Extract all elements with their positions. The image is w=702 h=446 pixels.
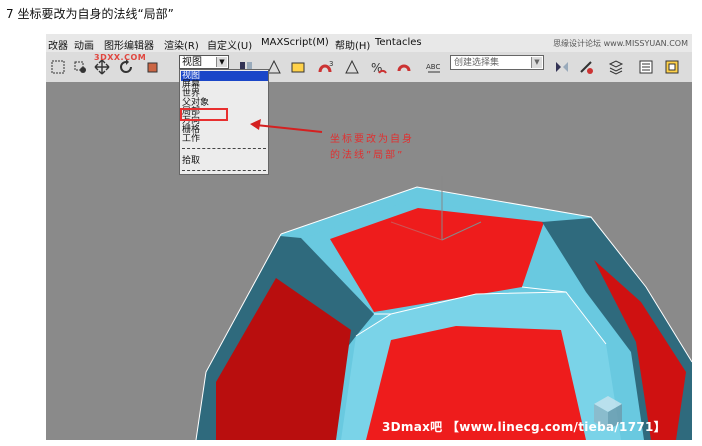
- edit-named-selection-icon[interactable]: ABC: [424, 57, 444, 77]
- named-selection-placeholder: 创建选择集: [454, 58, 500, 68]
- forum-bottom-watermark: 3Dmax吧 【www.linecg.com/tieba/1771】: [382, 420, 666, 434]
- annotation-line-1: 坐标要改为自身: [330, 134, 414, 145]
- curve-editor-icon[interactable]: [636, 57, 656, 77]
- max-screenshot: 改器 动画 图形编辑器 渲染(R) 自定义(U) MAXScript(M) 帮助…: [46, 34, 692, 440]
- menu-modifiers[interactable]: 改器: [48, 37, 68, 52]
- arrow-icon: [250, 119, 323, 133]
- keyboard-shortcut-icon[interactable]: [288, 57, 308, 77]
- annotation-note: 坐标要改为自身 的法线”局部”: [330, 132, 414, 164]
- svg-text:%: %: [371, 61, 382, 75]
- instruction-caption: 7 坐标要改为自身的法线“局部”: [6, 7, 174, 21]
- dropdown-item-pick[interactable]: 拾取: [181, 156, 200, 166]
- dropdown-separator: [182, 148, 266, 149]
- chevron-down-icon[interactable]: ▼: [531, 57, 542, 68]
- svg-text:ABC: ABC: [426, 63, 440, 71]
- angle-snap-icon[interactable]: [342, 57, 362, 77]
- dropdown-item-working[interactable]: 工作: [181, 134, 200, 144]
- select-object-icon[interactable]: [70, 57, 90, 77]
- snap-3d-icon[interactable]: 3: [316, 57, 336, 77]
- dropdown-separator: [182, 170, 266, 171]
- menu-graph-editors[interactable]: 图形编辑器: [104, 37, 154, 52]
- schematic-view-icon[interactable]: [662, 57, 682, 77]
- svg-text:3: 3: [329, 60, 333, 68]
- menu-rendering[interactable]: 渲染(R): [164, 37, 199, 52]
- annotation-line-2: 的法线”局部”: [330, 150, 405, 161]
- main-toolbar: 3DXX.COM 视图 ▼ 3 % ABC 创建选择集 ▼: [46, 52, 692, 83]
- mirror-icon[interactable]: [552, 57, 572, 77]
- align-icon[interactable]: [576, 57, 596, 77]
- spinner-snap-icon[interactable]: [394, 57, 414, 77]
- forum-watermark: 思缘设计论坛 www.MISSYUAN.COM: [553, 39, 688, 48]
- site-watermark: 3DXX.COM: [94, 53, 147, 62]
- menu-tentacles[interactable]: Tentacles: [375, 37, 422, 48]
- menu-bar: 改器 动画 图形编辑器 渲染(R) 自定义(U) MAXScript(M) 帮助…: [46, 34, 692, 53]
- menu-help[interactable]: 帮助(H): [335, 37, 370, 52]
- layer-manager-icon[interactable]: [606, 57, 626, 77]
- named-selection-set-field[interactable]: 创建选择集 ▼: [450, 55, 544, 70]
- percent-snap-icon[interactable]: %: [368, 57, 388, 77]
- local-highlight-box: [180, 108, 228, 121]
- select-region-icon[interactable]: [48, 57, 68, 77]
- menu-animation[interactable]: 动画: [74, 37, 94, 52]
- chevron-down-icon[interactable]: ▼: [216, 57, 227, 67]
- menu-maxscript[interactable]: MAXScript(M): [261, 37, 329, 48]
- menu-customize[interactable]: 自定义(U): [207, 37, 252, 52]
- reference-coordinate-value: 视图: [182, 57, 202, 68]
- reference-coordinate-select[interactable]: 视图 ▼: [179, 55, 229, 69]
